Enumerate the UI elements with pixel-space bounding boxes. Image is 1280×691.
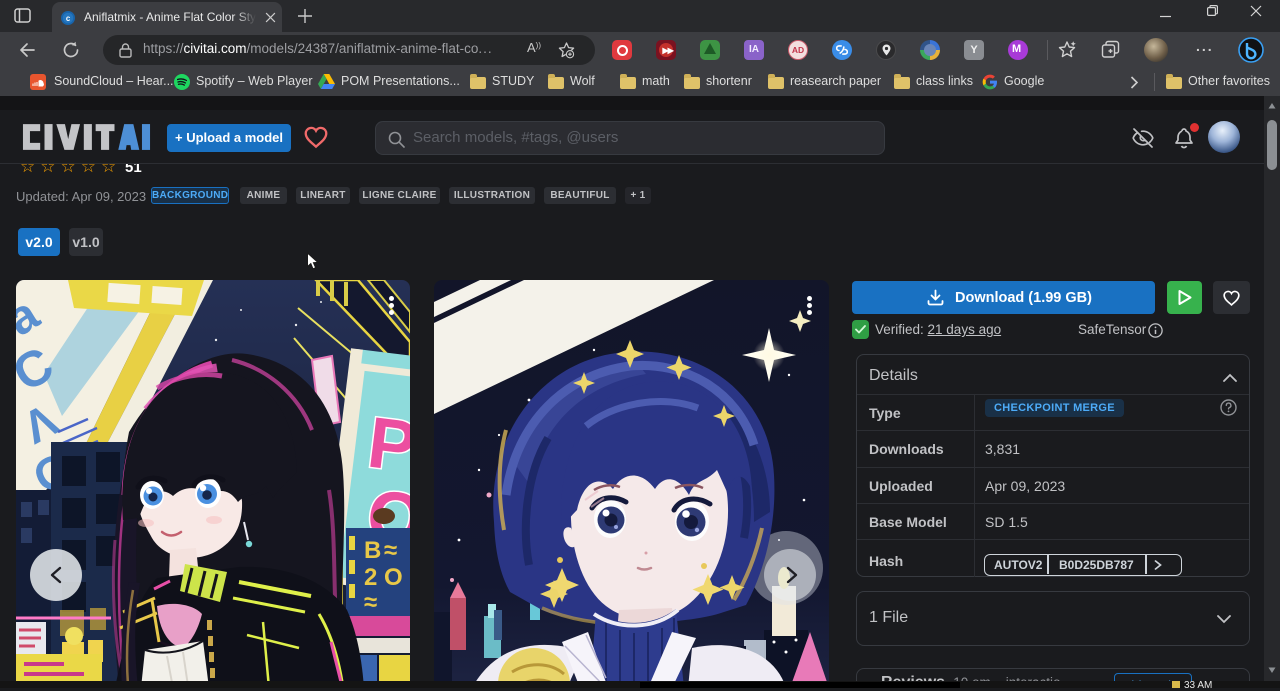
svg-text:c: c [66,14,71,23]
svg-text:B: B [364,537,381,564]
svg-text:≈: ≈ [364,589,377,616]
svg-text:≈: ≈ [384,537,397,564]
svg-text:2: 2 [364,564,377,591]
svg-text:O: O [384,564,403,591]
